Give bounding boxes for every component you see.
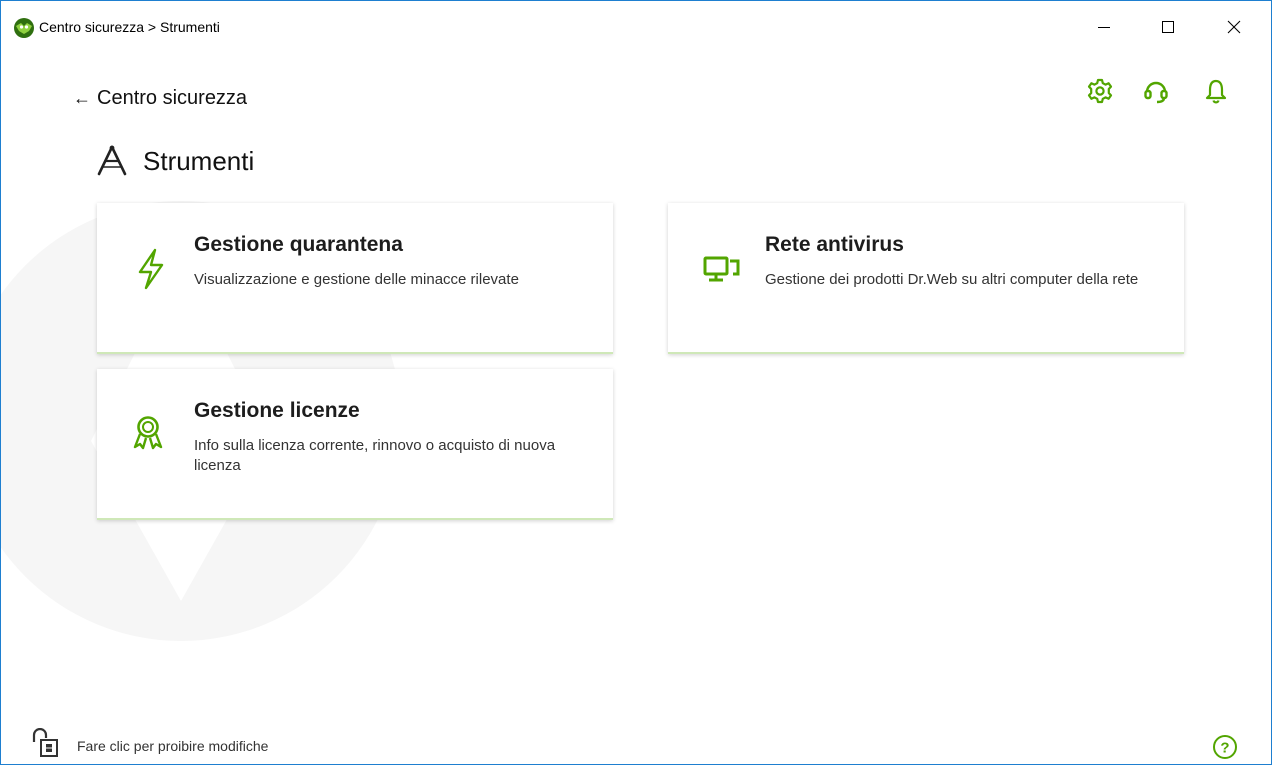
minimize-button[interactable] bbox=[1081, 1, 1127, 53]
app-window: Centro sicurezza > Strumenti ← Centro si… bbox=[0, 0, 1272, 765]
award-ribbon-icon bbox=[133, 416, 163, 450]
back-link-label: Centro sicurezza bbox=[97, 86, 248, 109]
lock-label: Fare clic per proibire modifiche bbox=[77, 738, 269, 754]
computer-network-icon bbox=[703, 256, 740, 282]
card-title: Gestione licenze bbox=[194, 399, 360, 422]
card-license[interactable]: Gestione licenze Info sulla licenza corr… bbox=[97, 369, 613, 520]
back-link[interactable]: ← Centro sicurezza bbox=[73, 85, 247, 111]
card-description: Info sulla licenza corrente, rinnovo o a… bbox=[194, 437, 556, 474]
card-description: Visualizzazione e gestione delle minacce… bbox=[194, 271, 519, 288]
minimize-icon bbox=[1098, 27, 1110, 28]
bell-icon[interactable] bbox=[1202, 77, 1230, 105]
padlock-open-icon bbox=[32, 728, 58, 757]
card-title: Rete antivirus bbox=[765, 233, 904, 256]
maximize-button[interactable] bbox=[1145, 1, 1191, 53]
svg-text:?: ? bbox=[1220, 740, 1229, 757]
section-header: Strumenti bbox=[95, 144, 254, 178]
lightning-icon bbox=[138, 248, 164, 290]
drweb-logo-icon bbox=[14, 18, 34, 38]
card-title: Gestione quarantena bbox=[194, 233, 403, 256]
maximize-icon bbox=[1162, 21, 1174, 33]
compass-icon bbox=[97, 145, 127, 176]
card-quarantine[interactable]: Gestione quarantena Visualizzazione e ge… bbox=[97, 203, 613, 354]
arrow-left-icon: ← bbox=[73, 88, 91, 108]
card-description: Gestione dei prodotti Dr.Web su altri co… bbox=[765, 271, 1139, 288]
window-title: Centro sicurezza > Strumenti bbox=[39, 19, 220, 35]
gear-icon[interactable] bbox=[1086, 77, 1114, 105]
headset-icon[interactable] bbox=[1142, 77, 1170, 105]
close-icon bbox=[1227, 20, 1241, 34]
card-antivirus-network[interactable]: Rete antivirus Gestione dei prodotti Dr.… bbox=[668, 203, 1184, 354]
close-button[interactable] bbox=[1211, 1, 1257, 53]
title-bar: Centro sicurezza > Strumenti bbox=[1, 1, 1271, 53]
lock-settings-toggle[interactable]: Fare clic per proibire modifiche bbox=[31, 728, 268, 758]
help-icon[interactable]: ? bbox=[1212, 734, 1238, 760]
page-title: Strumenti bbox=[143, 145, 255, 176]
